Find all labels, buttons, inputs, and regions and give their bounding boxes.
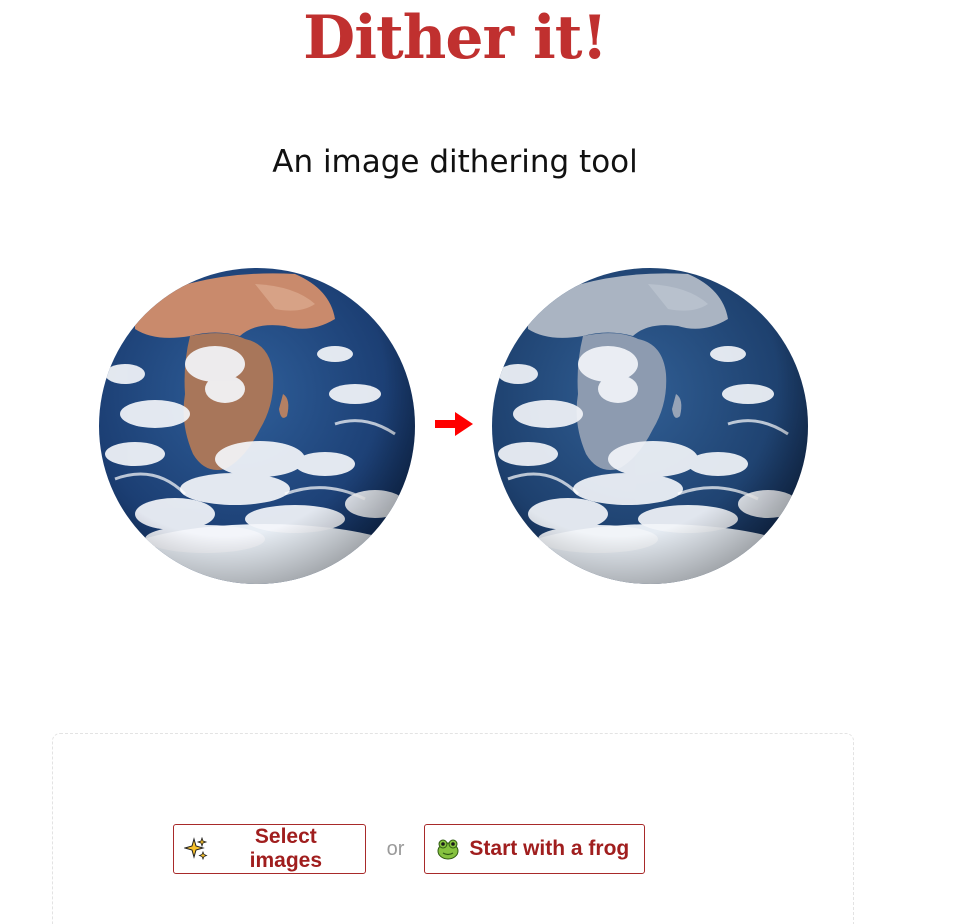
sparkles-icon <box>184 836 210 862</box>
page: Dither it! An image dithering tool Selec… <box>0 0 972 924</box>
select-images-button[interactable]: Select images <box>172 824 366 874</box>
start-with-frog-button[interactable]: Start with a frog <box>424 824 646 874</box>
or-separator: or <box>386 837 405 860</box>
image-dropzone[interactable]: Select images or Start with a frog <box>52 733 854 924</box>
earth-globe-dithered-image <box>492 268 808 584</box>
start-with-frog-label: Start with a frog <box>469 837 630 860</box>
page-subtitle: An image dithering tool <box>272 144 638 180</box>
select-images-label: Select images <box>249 825 323 872</box>
page-title: Dither it! <box>303 3 608 73</box>
frog-icon <box>435 836 461 862</box>
earth-globe-original-image <box>99 268 415 584</box>
right-arrow-icon <box>435 412 473 436</box>
hero-illustration <box>95 262 815 592</box>
start-actions: Select images or Start with a frog <box>53 824 853 874</box>
